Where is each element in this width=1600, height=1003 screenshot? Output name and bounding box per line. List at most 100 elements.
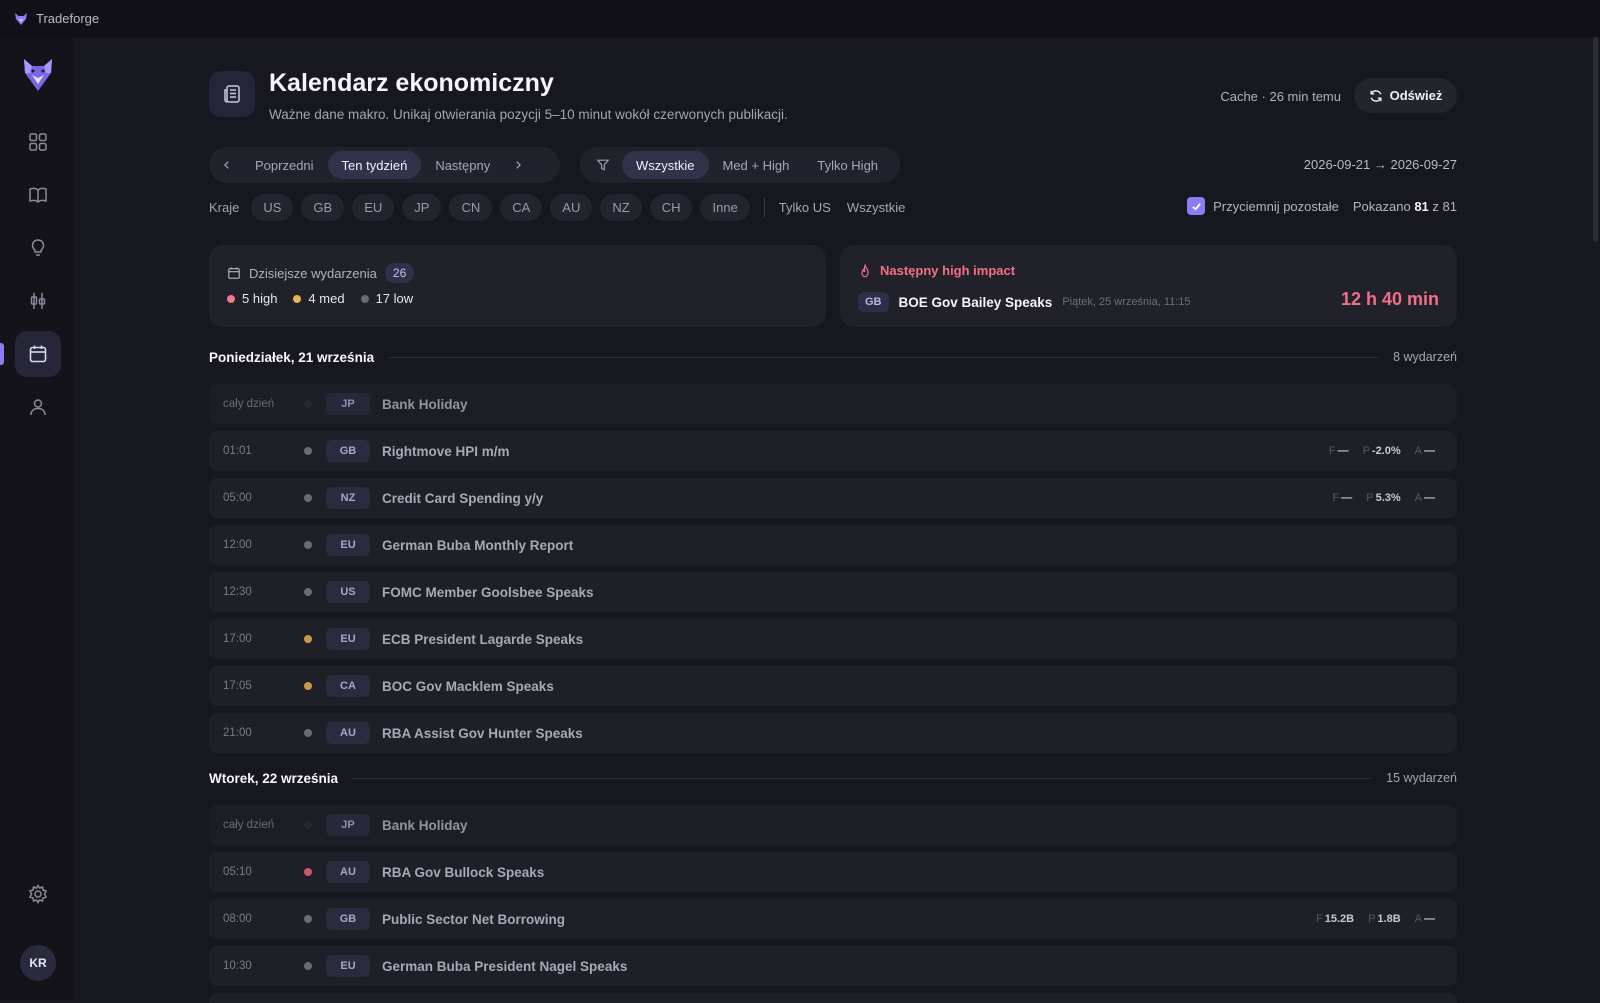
event-row[interactable]: 10:30 EU German Buba President Nagel Spe… — [209, 946, 1457, 986]
sidebar-item-settings[interactable] — [15, 871, 61, 917]
event-name: Credit Card Spending y/y — [382, 490, 544, 506]
event-row[interactable]: 17:00 EU ECB President Lagarde Speaks — [209, 619, 1457, 659]
event-row[interactable]: 12:30 US FOMC Member Goolsbee Speaks — [209, 572, 1457, 612]
forecast-value: F — — [1328, 445, 1349, 457]
forecast-value: F — — [1332, 492, 1353, 504]
event-name: German Buba Monthly Report — [382, 537, 574, 553]
country-chip-ch[interactable]: CH — [649, 193, 693, 221]
event-row[interactable]: 21:00 AU RBA Assist Gov Hunter Speaks — [209, 713, 1457, 753]
refresh-label: Odśwież — [1389, 88, 1443, 103]
countdown: 12 h 40 min — [1340, 289, 1439, 309]
sidebar: KR — [0, 37, 76, 1000]
event-name: BOC Gov Macklem Speaks — [382, 678, 554, 694]
previous-value: P 5.3% — [1366, 492, 1401, 504]
impact-dot — [304, 400, 312, 408]
divider — [388, 356, 1380, 358]
event-time: 10:30 — [223, 960, 252, 972]
next-week-button[interactable] — [504, 160, 532, 170]
event-row[interactable]: 17:05 CA BOC Gov Macklem Speaks — [209, 666, 1457, 706]
shown-count: Pokazano 81 z 81 — [1352, 198, 1457, 214]
event-name: Public Sector Net Borrowing — [382, 911, 566, 927]
event-row[interactable]: 05:10 AU RBA Gov Bullock Speaks — [209, 852, 1457, 892]
filter-high-only-button[interactable]: Tylko High — [803, 151, 892, 179]
refresh-button[interactable]: Odśwież — [1354, 78, 1457, 113]
dim-others-checkbox[interactable] — [1187, 197, 1206, 215]
sidebar-item-ideas[interactable] — [15, 225, 61, 271]
avatar[interactable]: KR — [20, 945, 56, 981]
event-row[interactable]: 12:00 EU German Buba Monthly Report — [209, 525, 1457, 565]
filter-med-high-button[interactable]: Med + High — [709, 151, 804, 179]
country-badge: JP — [326, 393, 370, 415]
lightbulb-icon — [31, 239, 45, 256]
next-high-impact-card[interactable]: Następny high impact GB BOE Gov Bailey S… — [840, 245, 1457, 327]
next-period-button[interactable]: Następny — [421, 151, 504, 179]
sidebar-item-calendar[interactable] — [15, 331, 61, 377]
country-chip-us[interactable]: US — [251, 193, 294, 221]
sidebar-item-profile[interactable] — [15, 384, 61, 430]
previous-value: P 1.8B — [1368, 913, 1401, 925]
event-row[interactable]: 08:00 GB Public Sector Net Borrowing F 15… — [209, 899, 1457, 939]
page-title: Kalendarz ekonomiczny — [269, 69, 554, 97]
next-high-impact-header: Następny high impact — [858, 263, 1015, 278]
event-name: ECB President Lagarde Speaks — [382, 631, 584, 647]
event-time: 12:30 — [223, 586, 252, 598]
country-badge: NZ — [326, 487, 370, 509]
prev-week-button[interactable] — [213, 160, 241, 170]
country-chip-gb[interactable]: GB — [301, 193, 345, 221]
day-header: Poniedziałek, 21 września 8 wydarzeń — [209, 347, 1457, 367]
country-chip-other[interactable]: Inne — [700, 193, 750, 221]
event-values: F — P 5.3% A — — [1333, 492, 1458, 504]
sidebar-item-journal[interactable] — [15, 172, 61, 218]
country-chip-jp[interactable]: JP — [402, 193, 442, 221]
calendar-icon — [228, 267, 240, 279]
next-event-date: Piątek, 25 września, 11:15 — [1062, 296, 1191, 308]
impact-dot — [304, 447, 312, 455]
event-row[interactable]: cały dzień JP Bank Holiday — [209, 805, 1457, 845]
event-time: 01:01 — [223, 445, 252, 457]
cache-status: Cache · 26 min temu — [1220, 89, 1341, 104]
high-count: 5 high — [227, 291, 277, 306]
country-chip-nz[interactable]: NZ — [600, 193, 642, 221]
impact-dot — [304, 821, 312, 829]
today-events-title: Dzisiejsze wydarzenia — [249, 265, 377, 281]
event-row-partial[interactable] — [209, 993, 1457, 1003]
today-events-card: Dzisiejsze wydarzenia 26 5 high 4 med 17… — [209, 245, 826, 327]
dim-others-label: Przyciemnij pozostałe — [1213, 198, 1339, 214]
scrollbar[interactable] — [1593, 37, 1598, 242]
impact-filter: Wszystkie Med + High Tylko High — [580, 147, 900, 183]
prev-period-button[interactable]: Poprzedni — [241, 151, 328, 179]
all-countries-link[interactable]: Wszystkie — [847, 200, 906, 215]
day-header: Wtorek, 22 września 15 wydarzeń — [209, 768, 1457, 788]
divider — [763, 197, 765, 217]
impact-dot — [304, 494, 312, 502]
impact-dot — [304, 729, 312, 737]
event-time: 08:00 — [223, 913, 252, 925]
check-icon — [1191, 202, 1201, 211]
country-badge: GB — [326, 440, 370, 462]
event-time: 21:00 — [223, 727, 252, 739]
country-chip-ca[interactable]: CA — [500, 193, 543, 221]
event-row[interactable]: cały dzień JP Bank Holiday — [209, 384, 1457, 424]
sidebar-item-strategy[interactable] — [15, 278, 61, 324]
event-name: Bank Holiday — [382, 817, 468, 833]
current-week-button[interactable]: Ten tydzień — [327, 151, 422, 179]
country-chip-au[interactable]: AU — [550, 193, 593, 221]
today-events-count: 26 — [384, 263, 415, 283]
country-chip-cn[interactable]: CN — [449, 193, 493, 221]
event-name: Bank Holiday — [382, 396, 468, 412]
only-us-link[interactable]: Tylko US — [779, 200, 831, 215]
impact-dot — [304, 915, 312, 923]
filter-all-button[interactable]: Wszystkie — [622, 151, 709, 179]
calendar-icon — [29, 345, 47, 363]
sidebar-item-dashboard[interactable] — [15, 119, 61, 165]
day-event-count: 8 wydarzeń — [1393, 350, 1457, 364]
country-chip-eu[interactable]: EU — [352, 193, 395, 221]
event-time: 05:00 — [223, 492, 252, 504]
country-badge: EU — [326, 534, 370, 556]
event-time: 12:00 — [223, 539, 252, 551]
fox-logo-icon — [24, 59, 52, 91]
fox-logo-icon — [15, 12, 27, 25]
event-row[interactable]: 01:01 GB Rightmove HPI m/m F — P -2.0% A — — [209, 431, 1457, 471]
event-name: RBA Assist Gov Hunter Speaks — [382, 725, 583, 741]
event-row[interactable]: 05:00 NZ Credit Card Spending y/y F — P 5.… — [209, 478, 1457, 518]
